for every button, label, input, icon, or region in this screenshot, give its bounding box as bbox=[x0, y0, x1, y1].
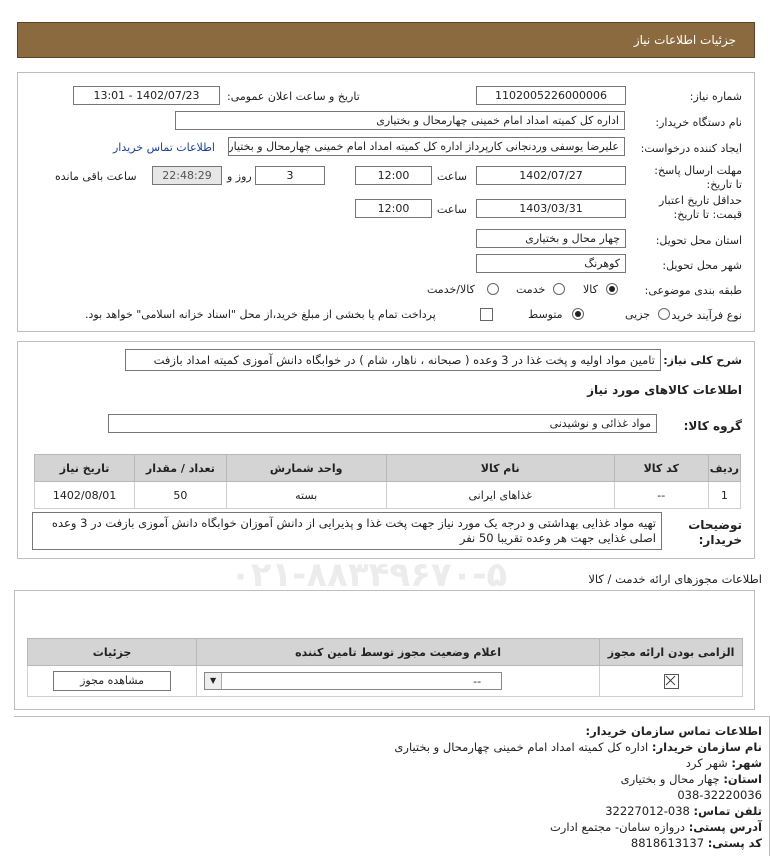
column-unit: واحد شمارش bbox=[225, 454, 387, 482]
cell-code: -- bbox=[613, 481, 709, 509]
contact-province: استان: چهار محال و بختیاری bbox=[620, 772, 762, 786]
permit-required-checkbox bbox=[663, 673, 679, 689]
description-label: شرح کلی نیاز: bbox=[663, 354, 742, 367]
days-label: روز و bbox=[227, 170, 252, 183]
deadline-time-field: 12:00 bbox=[355, 166, 432, 185]
contact-phone: تلفن تماس: 038-32227012 bbox=[605, 804, 762, 818]
permit-status-value: -- bbox=[473, 674, 482, 688]
contact-org: نام سازمان خریدار: اداره کل کمیته امداد … bbox=[394, 740, 762, 754]
validity-time-label: ساعت bbox=[437, 203, 467, 216]
deadline-date-field: 1402/07/27 bbox=[476, 166, 626, 185]
need-number-field: 1102005226000006 bbox=[476, 86, 626, 105]
column-permit-status: اعلام وضعیت مجوز توسط تامین کننده bbox=[196, 638, 601, 666]
permits-section-title: اطلاعات مجوزهای ارائه خدمت / کالا bbox=[588, 572, 762, 586]
goods-section-title: اطلاعات کالاهای مورد نیاز bbox=[587, 383, 742, 397]
validity-date-field: 1403/03/31 bbox=[476, 199, 626, 218]
permit-status-select[interactable]: ▼ -- bbox=[204, 672, 503, 690]
city-label: شهر محل تحویل: bbox=[662, 259, 742, 272]
chevron-down-icon[interactable]: ▼ bbox=[205, 673, 223, 689]
category-service-label: خدمت bbox=[516, 283, 546, 296]
process-medium-label: متوسط bbox=[528, 308, 563, 321]
category-service-radio[interactable] bbox=[553, 283, 565, 295]
category-goods-service-radio[interactable] bbox=[487, 283, 499, 295]
goods-table: ردیف کد کالا نام کالا واحد شمارش تعداد /… bbox=[33, 454, 742, 509]
announce-field: 1402/07/23 - 13:01 bbox=[73, 86, 220, 105]
buyer-notes-label: توضیحات خریدار: bbox=[688, 518, 742, 547]
remaining-label: ساعت باقی مانده bbox=[55, 170, 137, 183]
cell-qty: 50 bbox=[134, 481, 227, 509]
goods-group-label: گروه کالا: bbox=[683, 419, 742, 433]
cell-unit: بسته bbox=[225, 481, 387, 509]
watermark-phone: ۰۲۱-۸۸۳۴۹۶۷۰-۵ bbox=[230, 555, 508, 595]
permits-table-header: الزامی بودن ارائه مجوز اعلام وضعیت مجوز … bbox=[26, 638, 743, 666]
category-goods-radio[interactable] bbox=[606, 283, 618, 295]
province-field: چهار محال و بختیاری bbox=[476, 229, 626, 248]
contact-address: آدرس پستی: دروازه سامان- مجتمع ادارت bbox=[549, 820, 762, 834]
treasury-payment-checkbox[interactable] bbox=[480, 308, 493, 321]
view-permit-button[interactable]: مشاهده مجوز bbox=[53, 671, 172, 691]
x-mark-icon bbox=[665, 675, 675, 685]
cell-permit-details: مشاهده مجوز bbox=[26, 665, 198, 697]
cell-permit-required bbox=[599, 665, 743, 697]
category-goods-service-label: کالا/خدمت bbox=[427, 283, 475, 296]
buyer-label: نام دستگاه خریدار: bbox=[655, 116, 742, 129]
category-label: طبقه بندی موضوعی: bbox=[644, 284, 742, 297]
goods-group-field: مواد غذائی و نوشیدنی bbox=[108, 414, 657, 433]
cell-row: 1 bbox=[707, 481, 742, 509]
category-goods-label: کالا bbox=[583, 283, 598, 296]
buyer-contact-link[interactable]: اطلاعات تماس خریدار bbox=[113, 141, 215, 154]
description-field: تامین مواد اولیه و پخت غذا در 3 وعده ( ص… bbox=[125, 349, 661, 371]
column-code: کد کالا bbox=[613, 454, 709, 482]
process-medium-radio[interactable] bbox=[572, 308, 584, 320]
need-number-label: شماره نیاز: bbox=[689, 90, 742, 103]
days-field: 3 bbox=[255, 166, 325, 185]
validity-time-field: 12:00 bbox=[355, 199, 432, 218]
cell-date: 1402/08/01 bbox=[33, 481, 136, 509]
process-minor-radio[interactable] bbox=[658, 308, 670, 320]
page-header: جزئیات اطلاعات نیاز bbox=[17, 22, 755, 58]
column-name: نام کالا bbox=[385, 454, 615, 482]
validity-label: حداقل تاریخ اعتبار قیمت: تا تاریخ: bbox=[658, 194, 742, 221]
column-permit-details: جزئیات bbox=[26, 638, 198, 666]
column-row: ردیف bbox=[707, 454, 742, 482]
cell-permit-status: ▼ -- bbox=[196, 665, 601, 697]
process-minor-label: جزیی bbox=[625, 308, 651, 321]
remaining-time-field: 22:48:29 bbox=[152, 166, 222, 185]
contact-title: اطلاعات تماس سازمان خریدار: bbox=[585, 724, 762, 738]
contact-fax: 038-32220036 bbox=[677, 788, 762, 802]
creator-label: ایجاد کننده درخواست: bbox=[640, 142, 742, 155]
cell-name: غذاهای ایرانی bbox=[385, 481, 615, 509]
announce-label: تاریخ و ساعت اعلان عمومی: bbox=[227, 90, 360, 103]
table-row: ▼ -- مشاهده مجوز bbox=[26, 665, 743, 697]
process-label: نوع فرآیند خرید : bbox=[664, 309, 742, 322]
contact-postal: کد پستی: 8818613137 bbox=[630, 836, 762, 850]
contact-city: شهر: شهر کرد bbox=[685, 756, 762, 770]
city-field: کوهرنگ bbox=[476, 254, 626, 273]
page-title: جزئیات اطلاعات نیاز bbox=[633, 33, 736, 47]
deadline-label: مهلت ارسال پاسخ: تا تاریخ: bbox=[654, 164, 742, 191]
column-permit-required: الزامی بودن ارائه مجوز bbox=[599, 638, 743, 666]
creator-field: علیرضا یوسفی وردنجانی کارپرداز اداره کل … bbox=[228, 137, 625, 156]
permits-table: الزامی بودن ارائه مجوز اعلام وضعیت مجوز … bbox=[26, 638, 743, 697]
column-qty: تعداد / مقدار bbox=[134, 454, 227, 482]
column-date: تاریخ نیاز bbox=[33, 454, 136, 482]
deadline-time-label: ساعت bbox=[437, 170, 467, 183]
table-row: 1 -- غذاهای ایرانی بسته 50 1402/08/01 bbox=[33, 481, 742, 509]
buyer-field: اداره کل کمیته امداد امام خمینی چهارمحال… bbox=[175, 111, 625, 130]
treasury-payment-note: پرداخت تمام یا بخشی از مبلغ خرید،از محل … bbox=[85, 308, 436, 321]
province-label: استان محل تحویل: bbox=[655, 234, 742, 247]
buyer-notes-field: تهیه مواد غذایی بهداشتی و درجه یک مورد ن… bbox=[32, 512, 662, 550]
goods-table-header: ردیف کد کالا نام کالا واحد شمارش تعداد /… bbox=[33, 454, 742, 482]
